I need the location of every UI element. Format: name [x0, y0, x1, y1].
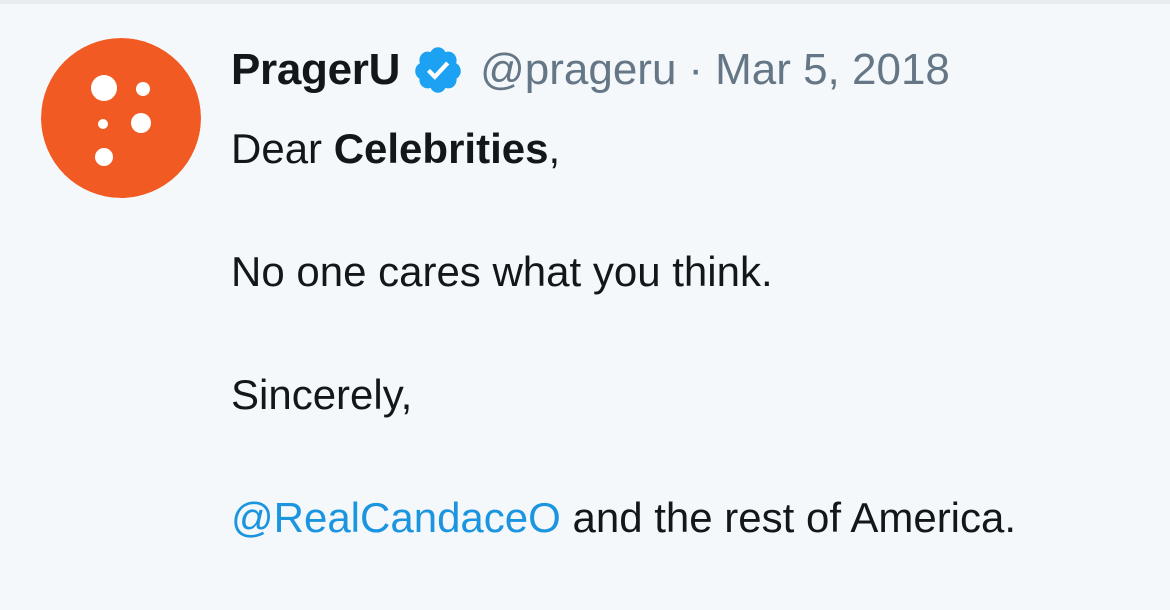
body-line-signature: @RealCandaceO and the rest of America.	[231, 487, 1151, 549]
verified-badge-icon	[412, 44, 464, 96]
body-blank-line	[231, 180, 1151, 242]
body-blank-line	[231, 303, 1151, 365]
tweet-body: Dear Celebrities, No one cares what you …	[231, 118, 1151, 549]
body-line-greeting: Dear Celebrities,	[231, 118, 1151, 180]
avatar[interactable]	[41, 38, 201, 198]
mention-link[interactable]: @RealCandaceO	[231, 494, 561, 541]
tweet: PragerU @prageru · Mar 5, 2018 Dear Cele…	[0, 0, 1170, 610]
tweet-date[interactable]: Mar 5, 2018	[715, 45, 950, 95]
tweet-header: PragerU @prageru · Mar 5, 2018	[231, 40, 950, 100]
prageru-logo-icon	[41, 38, 201, 198]
signature-suffix: and the rest of America.	[560, 494, 1017, 541]
display-name[interactable]: PragerU	[231, 45, 400, 95]
greeting-prefix: Dear	[231, 125, 334, 172]
body-line-message: No one cares what you think.	[231, 248, 773, 295]
body-line-signoff: Sincerely,	[231, 371, 413, 418]
greeting-suffix: ,	[548, 125, 561, 172]
header-separator: ·	[688, 45, 704, 94]
body-blank-line	[231, 426, 1151, 488]
author-handle[interactable]: @prageru	[480, 45, 676, 95]
greeting-bold: Celebrities	[333, 125, 549, 172]
